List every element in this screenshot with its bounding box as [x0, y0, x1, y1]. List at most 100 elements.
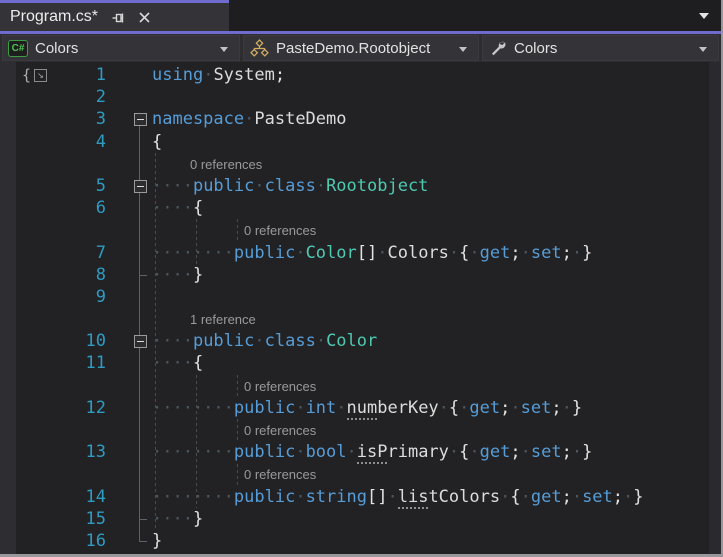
outline-margin [110, 153, 152, 175]
code-line[interactable]: ····public·class·Rootobject [152, 175, 428, 197]
code-line[interactable]: } [152, 530, 162, 552]
outline-margin [110, 86, 152, 108]
codelens-link[interactable]: 0 references [152, 223, 316, 238]
member-dropdown-label: Colors [514, 39, 558, 57]
codelens-row: 0 references [0, 219, 709, 241]
code-row: 3 namespace·PasteDemo [0, 108, 709, 130]
line-number[interactable]: 8 [0, 264, 110, 286]
outline-margin [110, 197, 152, 219]
tab-list-chevron-icon[interactable] [699, 13, 709, 19]
code-line[interactable]: ····} [152, 508, 203, 530]
outline-margin [110, 330, 152, 352]
code-row: 8 ····} [0, 264, 709, 286]
outline-margin [110, 352, 152, 374]
code-line[interactable]: ····{ [152, 197, 203, 219]
line-number[interactable]: 5 [0, 175, 110, 197]
code-line[interactable]: ····} [152, 264, 203, 286]
outline-margin [110, 242, 152, 264]
code-row: 14 ········public·string[]·listColors·{·g… [0, 486, 709, 509]
code-row: 4{ [0, 131, 709, 153]
outline-margin [110, 108, 152, 130]
code-line[interactable]: ····{ [152, 352, 203, 374]
line-number[interactable]: 13 [0, 441, 110, 463]
line-number[interactable]: 14 [0, 486, 110, 508]
codelens-row: 0 references [0, 419, 709, 441]
code-line[interactable]: ········public·string[]·listColors·{·get… [152, 486, 644, 509]
document-tab[interactable]: Program.cs* [0, 3, 229, 31]
code-line[interactable]: ········public·int·numberKey·{·get;·set;… [152, 397, 582, 420]
chevron-down-icon [699, 47, 707, 52]
class-icon [250, 38, 269, 58]
codelens-row: 0 references [0, 153, 709, 175]
codelens-link[interactable]: 1 reference [152, 312, 256, 327]
vertical-scrollbar[interactable] [709, 62, 721, 554]
line-number[interactable]: 2 [0, 86, 110, 108]
code-row: 11 ····{ [0, 352, 709, 374]
project-dropdown[interactable]: C# Colors [2, 35, 240, 61]
codelens-row: 1 reference [0, 308, 709, 330]
fold-collapse-box[interactable] [134, 179, 147, 193]
codelens-link[interactable]: 0 references [152, 423, 316, 438]
code-row: 13 ········public·bool·isPrimary·{·get;·s… [0, 441, 709, 465]
outline-margin [110, 64, 152, 86]
line-number[interactable]: 3 [0, 108, 110, 130]
tab-title: Program.cs* [10, 8, 99, 25]
line-number[interactable]: 12 [0, 397, 110, 419]
csharp-project-icon: C# [8, 39, 28, 57]
outline-margin [110, 308, 152, 330]
codelens-link[interactable]: 0 references [152, 467, 316, 482]
tab-bar: Program.cs* [0, 0, 723, 31]
code-row: 1 using·System; [0, 64, 709, 86]
outline-margin [110, 286, 152, 308]
outline-margin [110, 508, 152, 530]
pin-icon[interactable] [110, 9, 126, 25]
chevron-down-icon [220, 47, 228, 52]
brace-indicator-icon: { ↘ [22, 66, 48, 84]
project-dropdown-label: Colors [35, 39, 79, 57]
line-number[interactable]: 6 [0, 197, 110, 219]
line-number[interactable]: 4 [0, 131, 110, 153]
line-number[interactable]: 1 [0, 64, 110, 86]
line-number[interactable]: 11 [0, 352, 110, 374]
code-line[interactable]: ········public·bool·isPrimary·{·get;·set… [152, 441, 592, 465]
code-line[interactable]: ····public·class·Color [152, 330, 377, 352]
codelens-row: 0 references [0, 375, 709, 397]
outline-margin [110, 530, 152, 552]
navigation-bar: C# Colors PasteDemo.Rootobject Colors [0, 34, 723, 62]
editor-rows: 1 using·System; 2 3 namespace·PasteDemo 4{0 r… [0, 64, 709, 552]
code-row: 9 [0, 286, 709, 308]
code-line[interactable]: { [152, 131, 162, 153]
code-row: 16} [0, 530, 709, 552]
code-line[interactable]: using·System; [152, 64, 285, 86]
code-row: 10 ····public·class·Color [0, 330, 709, 352]
code-line[interactable]: ········public·Color[]·Colors·{·get;·set… [152, 242, 592, 264]
line-number[interactable]: 10 [0, 330, 110, 352]
close-icon[interactable] [136, 9, 152, 25]
outline-margin [110, 175, 152, 197]
code-row: 6 ····{ [0, 197, 709, 219]
outline-margin [110, 419, 152, 441]
type-dropdown-label: PasteDemo.Rootobject [276, 39, 431, 57]
outline-margin [110, 219, 152, 241]
wrench-icon [490, 40, 507, 57]
line-number[interactable]: 7 [0, 242, 110, 264]
line-number[interactable]: 15 [0, 508, 110, 530]
outline-margin [110, 264, 152, 286]
line-number[interactable]: 9 [0, 286, 110, 308]
member-dropdown[interactable]: Colors [482, 35, 719, 61]
codelens-row: 0 references [0, 463, 709, 485]
codelens-link[interactable]: 0 references [152, 379, 316, 394]
codelens-link[interactable]: 0 references [152, 157, 262, 172]
chevron-down-icon [459, 47, 467, 52]
editor[interactable]: { ↘ 1 using·System; 2 3 namespace·PasteDemo 4… [0, 62, 721, 554]
line-number[interactable]: 16 [0, 530, 110, 552]
vs-editor-window: Program.cs* C# Colors PasteDemo.Rootobje… [0, 0, 723, 557]
fold-collapse-box[interactable] [134, 334, 147, 348]
code-line[interactable]: namespace·PasteDemo [152, 108, 347, 130]
code-row: 7 ········public·Color[]·Colors·{·get;·se… [0, 242, 709, 264]
outline-margin [110, 463, 152, 485]
code-row: 5 ····public·class·Rootobject [0, 175, 709, 197]
outline-margin [110, 397, 152, 419]
fold-collapse-box[interactable] [134, 112, 147, 126]
type-dropdown[interactable]: PasteDemo.Rootobject [243, 35, 479, 61]
